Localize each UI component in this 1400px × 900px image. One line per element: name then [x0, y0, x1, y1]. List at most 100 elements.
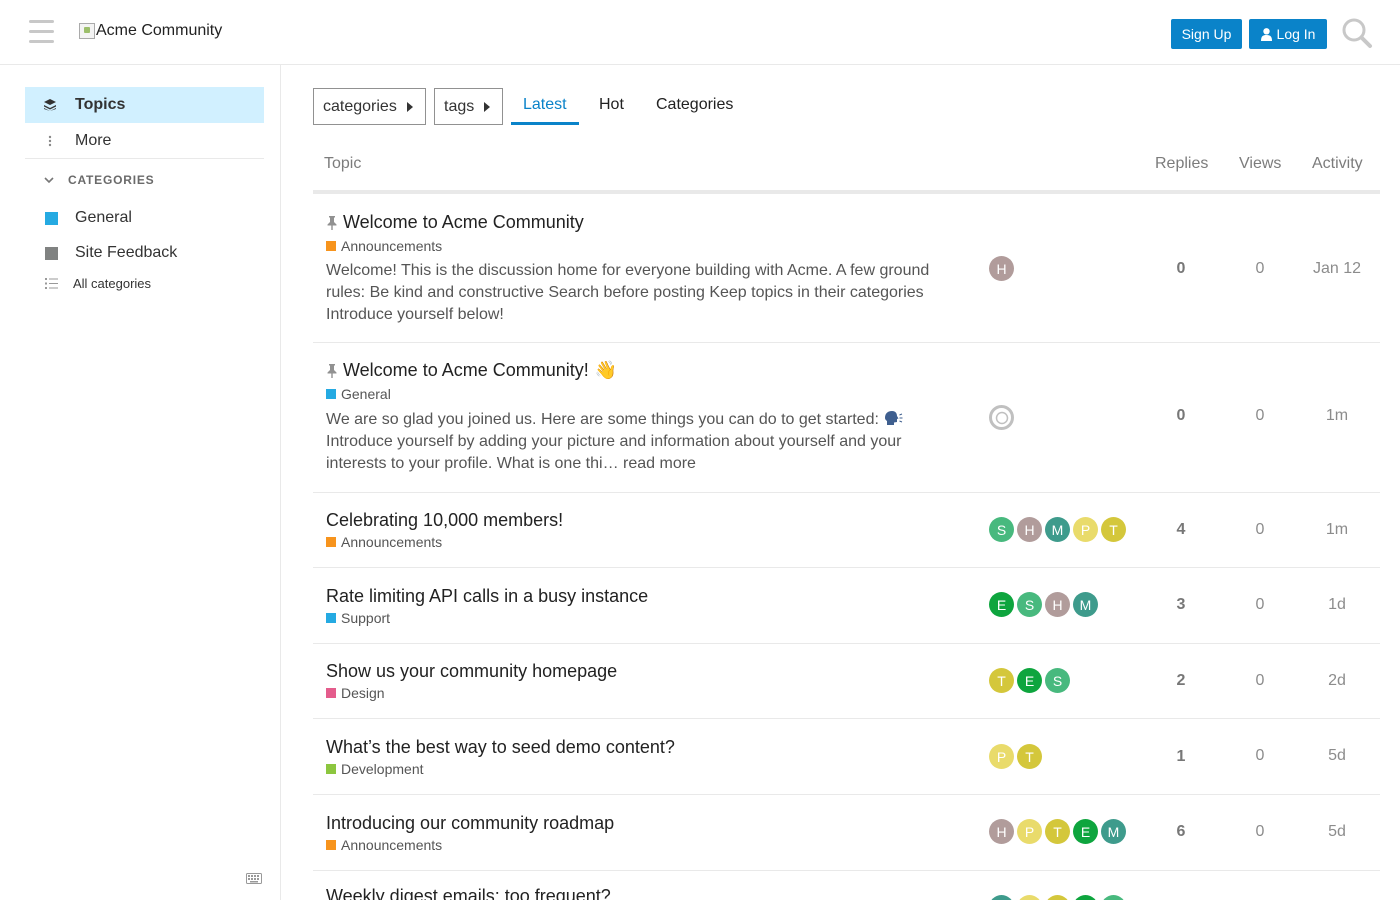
avatar[interactable]: S	[1017, 592, 1042, 617]
search-icon[interactable]	[1341, 17, 1373, 49]
category-color-square	[326, 389, 336, 399]
sidebar-category-site-feedback[interactable]: Site Feedback	[45, 244, 177, 262]
categories-dropdown[interactable]: categories	[313, 88, 426, 125]
tab-latest[interactable]: Latest	[523, 96, 567, 114]
tags-dropdown[interactable]: tags	[434, 88, 503, 125]
topic-views: 0	[1255, 747, 1265, 764]
read-more-link[interactable]: read more	[623, 455, 696, 472]
topic-activity[interactable]: 2d	[1307, 672, 1367, 690]
avatar[interactable]: M	[1073, 592, 1098, 617]
topic-title[interactable]: Rate limiting API calls in a busy instan…	[326, 586, 648, 607]
topic-activity[interactable]: 5d	[1307, 823, 1367, 841]
topic-category[interactable]: Announcements	[326, 837, 442, 853]
topic-category[interactable]: Announcements	[326, 534, 442, 550]
topic-title[interactable]: Celebrating 10,000 members!	[326, 510, 563, 531]
category-color-square	[326, 241, 336, 251]
log-in-button[interactable]: Log In	[1249, 19, 1327, 49]
avatar[interactable]: E	[1073, 819, 1098, 844]
sign-up-button[interactable]: Sign Up	[1171, 19, 1242, 49]
broken-image-icon	[79, 23, 95, 39]
all-categories-label: All categories	[73, 276, 152, 291]
table-row: Rate limiting API calls in a busy instan…	[313, 568, 1380, 644]
column-header-views[interactable]: Views	[1239, 155, 1281, 173]
avatar[interactable]: P	[1017, 895, 1042, 900]
topic-category[interactable]: General	[326, 386, 391, 402]
topic-title[interactable]: Show us your community homepage	[326, 661, 617, 682]
sidebar-all-categories[interactable]: All categories	[45, 276, 151, 291]
topic-title[interactable]: Welcome to Acme Community	[326, 212, 584, 233]
topic-views: 0	[1255, 672, 1265, 689]
site-logo[interactable]: Acme Community	[79, 22, 222, 40]
hamburger-menu-icon[interactable]	[29, 20, 54, 44]
avatar[interactable]: T	[1017, 744, 1042, 769]
avatar[interactable]: T	[1045, 819, 1070, 844]
topic-activity[interactable]: 1m	[1307, 521, 1367, 539]
speaking-head-emoji-icon	[885, 411, 903, 425]
topic-category[interactable]: Development	[326, 761, 424, 777]
avatar[interactable]: M	[989, 895, 1014, 900]
topic-title[interactable]: Weekly digest emails: too frequent?	[326, 886, 611, 900]
avatar[interactable]: H	[1017, 517, 1042, 542]
waving-hand-emoji: 👋	[594, 360, 618, 380]
topic-posters: P T	[989, 744, 1045, 769]
caret-right-icon	[406, 101, 413, 112]
user-icon	[1260, 27, 1272, 41]
categories-dropdown-label: categories	[323, 97, 397, 115]
avatar[interactable]: P	[1073, 517, 1098, 542]
table-row: Weekly digest emails: too frequent? M P …	[313, 871, 1380, 900]
topic-title-text: Welcome to Acme Community	[343, 212, 584, 232]
avatar[interactable]: S	[1045, 668, 1070, 693]
categories-section-toggle[interactable]: CATEGORIES	[44, 173, 154, 187]
sidebar-category-general[interactable]: General	[45, 209, 132, 227]
topic-excerpt: We are so glad you joined us. Here are s…	[326, 409, 926, 475]
category-color-square	[45, 246, 58, 260]
tab-categories[interactable]: Categories	[656, 96, 733, 114]
avatar[interactable]: P	[989, 744, 1014, 769]
avatar[interactable]: E	[1073, 895, 1098, 900]
topic-title[interactable]: What’s the best way to seed demo content…	[326, 737, 675, 758]
divider	[25, 158, 264, 159]
topic-posters: S H M P T	[989, 517, 1129, 542]
avatar[interactable]: T	[989, 668, 1014, 693]
avatar[interactable]: T	[1045, 895, 1070, 900]
site-header: Acme Community Sign Up Log In	[0, 0, 1400, 65]
avatar[interactable]: M	[1045, 517, 1070, 542]
topic-title[interactable]: Welcome to Acme Community! 👋	[326, 360, 617, 381]
topic-category[interactable]: Support	[326, 610, 390, 626]
tab-hot[interactable]: Hot	[599, 96, 624, 114]
table-row: Welcome to Acme Community Announcements …	[313, 194, 1380, 343]
avatar[interactable]: H	[989, 819, 1014, 844]
chevron-down-icon	[44, 176, 54, 183]
avatar[interactable]: E	[1017, 668, 1042, 693]
topic-activity[interactable]: 5d	[1307, 747, 1367, 765]
column-header-topic: Topic	[324, 155, 362, 172]
topic-category-label: Announcements	[341, 837, 443, 853]
avatar[interactable]: H	[989, 256, 1014, 281]
avatar[interactable]: S	[1101, 895, 1126, 900]
topic-activity[interactable]: 1m	[1307, 407, 1367, 425]
column-header-replies[interactable]: Replies	[1155, 155, 1208, 173]
avatar[interactable]: S	[989, 517, 1014, 542]
topic-activity[interactable]: 1d	[1307, 596, 1367, 614]
pin-icon	[327, 363, 337, 378]
avatar[interactable]: M	[1101, 819, 1126, 844]
topic-title[interactable]: Introducing our community roadmap	[326, 813, 614, 834]
topic-activity[interactable]: Jan 12	[1307, 260, 1367, 278]
avatar[interactable]: H	[1045, 592, 1070, 617]
topic-category-label: General	[341, 386, 391, 402]
topic-category[interactable]: Announcements	[326, 238, 442, 254]
topic-replies: 6	[1176, 823, 1186, 840]
column-header-activity[interactable]: Activity	[1312, 155, 1363, 173]
avatar[interactable]: P	[1017, 819, 1042, 844]
avatar[interactable]: T	[1101, 517, 1126, 542]
sidebar-item-topics[interactable]: Topics	[25, 87, 264, 123]
avatar[interactable]	[989, 405, 1014, 430]
list-icon	[45, 278, 58, 289]
sidebar-item-more[interactable]: More	[25, 123, 264, 159]
topic-category[interactable]: Design	[326, 685, 385, 701]
topic-posters: H P T E M	[989, 819, 1129, 844]
category-color-square	[326, 764, 336, 774]
topic-replies: 2	[1176, 672, 1186, 689]
avatar[interactable]: E	[989, 592, 1014, 617]
keyboard-icon[interactable]	[246, 873, 262, 884]
